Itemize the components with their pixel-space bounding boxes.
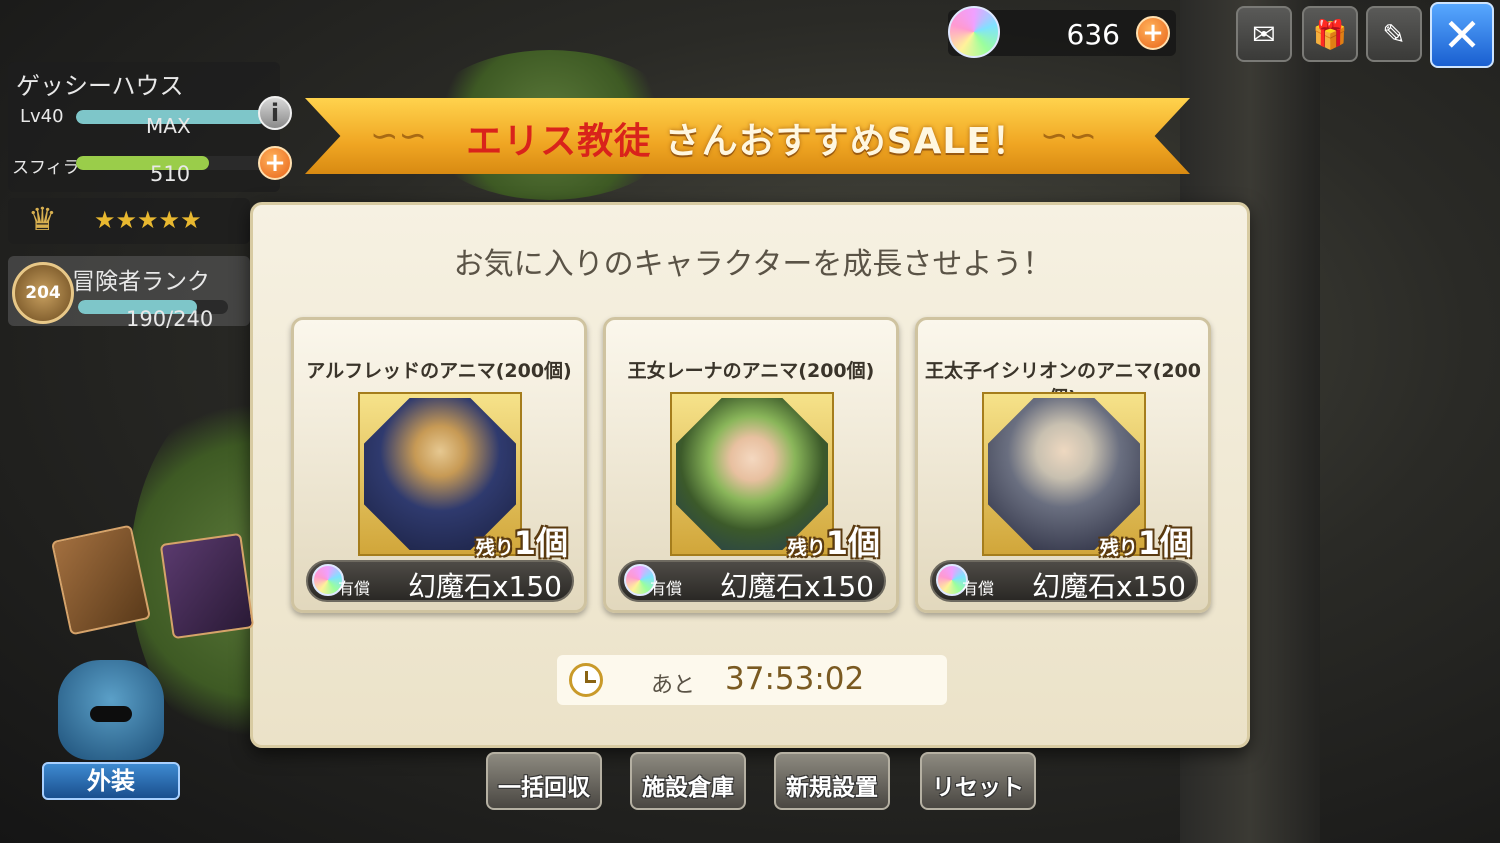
facility-storage-button[interactable]: 施設倉庫 [630,752,746,810]
quill-icon: ✎ [1382,17,1406,51]
gem-currency-display: 636 + [948,6,1176,58]
notice-button[interactable]: ✎ [1366,6,1422,62]
item-name: アルフレッドのアニマ(200個) [306,360,572,382]
new-placement-button[interactable]: 新規設置 [774,752,890,810]
sphira-label: スフィラ [12,158,80,178]
collect-all-button[interactable]: 一括回収 [486,752,602,810]
reset-label: リセット [932,775,1024,801]
reset-button[interactable]: リセット [920,752,1036,810]
sphira-value: 510 [150,162,191,186]
level-label: Lv40 [20,106,64,127]
add-sphira-button[interactable]: + [258,146,292,180]
facility-name: ゲッシーハウス [16,72,184,100]
clock-icon [569,663,603,697]
timer-label: あと [651,673,696,698]
card-deck-icon[interactable] [159,532,255,640]
paid-label: 有償 [338,579,371,598]
sale-item-card[interactable]: 王女レーナのアニマ(200個) 残り1個 有償 幻魔石x150 [603,317,899,613]
grade-stars: ★★★★★ [94,206,202,234]
gift-box-icon: 🎁 [1312,17,1348,51]
info-button[interactable]: i [258,96,292,130]
rank-badge: 204 [12,262,74,324]
purchase-button[interactable]: 有償 幻魔石x150 [618,560,886,603]
remaining-count: 残り1個 [1099,524,1192,562]
banner-player-name: エリス教徒 [466,121,652,162]
collect-all-label: 一括回収 [498,775,590,801]
banner-sale-text: さんおすすめSALE！ [651,121,1029,162]
costume-character-eyes [90,706,132,722]
timer-value: 37:53:02 [725,661,865,697]
price: 幻魔石x150 [1031,570,1186,603]
rank-progress-text: 190/240 [126,307,214,331]
gem-icon [948,6,1000,58]
remaining-count: 残り1個 [475,524,568,562]
level-value: MAX [146,114,191,138]
purchase-button[interactable]: 有償 幻魔石x150 [306,560,574,603]
gem-count: 636 [1066,18,1120,51]
costume-button[interactable]: 外装 [42,762,180,800]
item-name: 王女レーナのアニマ(200個) [627,360,875,382]
purchase-button[interactable]: 有償 幻魔石x150 [930,560,1198,603]
price: 幻魔石x150 [407,570,562,603]
paid-label: 有償 [962,579,995,598]
rank-label: 冒険者ランク [72,269,210,295]
mail-button[interactable]: ✉ [1236,6,1292,62]
sale-banner-title: エリス教徒 さんおすすめSALE！ [305,112,1190,164]
price: 幻魔石x150 [719,570,874,603]
envelope-icon: ✉ [1252,17,1276,51]
facility-storage-label: 施設倉庫 [642,775,734,801]
sale-item-card[interactable]: 王太子イシリオンのアニマ(200個) 残り1個 有償 幻魔石x150 [915,317,1211,613]
gift-button[interactable]: 🎁 [1302,6,1358,62]
paid-label: 有償 [650,579,683,598]
dialog-title: お気に入りのキャラクターを成長させよう！ [453,247,1053,282]
sale-timer: あと 37:53:02 [557,655,947,705]
sale-item-card[interactable]: アルフレッドのアニマ(200個) 残り1個 有償 幻魔石x150 [291,317,587,613]
new-placement-label: 新規設置 [786,775,878,801]
crown-icon: ♛ [28,200,57,238]
buy-gems-button[interactable]: + [1136,16,1170,50]
sale-dialog: お気に入りのキャラクターを成長させよう！ アルフレッドのアニマ(200個) 残り… [250,202,1250,748]
remaining-count: 残り1個 [787,524,880,562]
close-button[interactable]: ✕ [1430,2,1494,68]
